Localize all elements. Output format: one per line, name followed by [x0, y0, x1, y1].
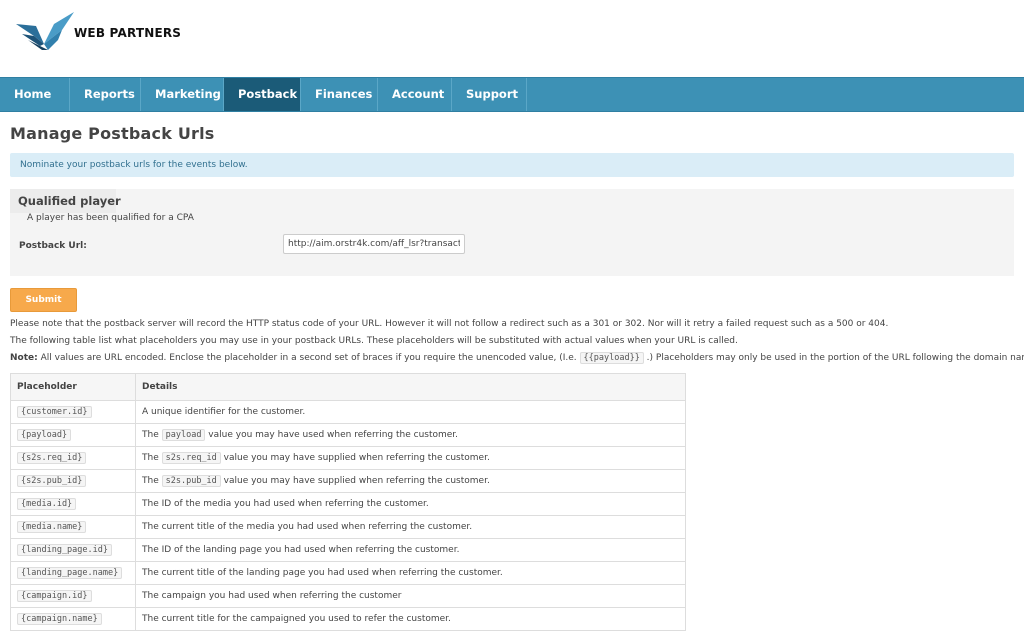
- postback-url-label: Postback Url:: [19, 241, 87, 251]
- details-cell: The ID of the landing page you had used …: [135, 538, 686, 562]
- details-text: The: [142, 476, 162, 486]
- details-code: payload: [161, 429, 206, 441]
- details-text: A unique identifier for the customer.: [142, 407, 306, 417]
- nav-finances[interactable]: Finances: [301, 78, 378, 111]
- event-title: Qualified player: [18, 194, 121, 208]
- details-text-post: value you may have supplied when referri…: [220, 453, 490, 463]
- nav-account[interactable]: Account: [378, 78, 452, 111]
- details-text: The: [142, 453, 162, 463]
- placeholder-cell: {landing_page.name}: [10, 561, 136, 585]
- table-row: {payload} The payload value you may have …: [10, 423, 686, 447]
- main-nav: Home Reports Marketing Postback Finances…: [0, 77, 1024, 112]
- placeholder-cell: {customer.id}: [10, 400, 136, 424]
- details-text: The current title of the landing page yo…: [142, 568, 503, 578]
- postback-url-input[interactable]: [283, 234, 465, 254]
- placeholder-code: {campaign.id}: [17, 590, 92, 602]
- note-encoding-text-a: All values are URL encoded. Enclose the …: [37, 353, 580, 363]
- event-description: A player has been qualified for a CPA: [27, 213, 194, 223]
- placeholder-code: {s2s.pub_id}: [17, 475, 87, 487]
- note-encoding: Note: All values are URL encoded. Enclos…: [10, 350, 1024, 367]
- submit-button[interactable]: Submit: [10, 288, 77, 312]
- details-code: s2s.pub_id: [161, 475, 221, 487]
- table-header-row: Placeholder Details: [10, 373, 686, 401]
- details-text: The ID of the media you had used when re…: [142, 499, 429, 509]
- details-text: The current title of the media you had u…: [142, 522, 473, 532]
- event-panel-qualified-player: Qualified player A player has been quali…: [10, 189, 1014, 276]
- placeholder-code: {s2s.req_id}: [17, 452, 87, 464]
- placeholder-cell: {landing_page.id}: [10, 538, 136, 562]
- placeholder-cell: {media.name}: [10, 515, 136, 539]
- placeholder-table: Placeholder Details {customer.id} A uniqu…: [10, 373, 686, 631]
- placeholder-cell: {payload}: [10, 423, 136, 447]
- nav-marketing[interactable]: Marketing: [141, 78, 224, 111]
- brand-name: WEB PARTNERS: [74, 26, 182, 40]
- details-code: s2s.req_id: [161, 452, 221, 464]
- details-cell: The payload value you may have used when…: [135, 423, 686, 447]
- table-row: {media.id} The ID of the media you had us…: [10, 492, 686, 516]
- table-row: {campaign.id} The campaign you had used w…: [10, 584, 686, 608]
- table-row: {campaign.name} The current title for the…: [10, 607, 686, 631]
- details-text: The: [142, 430, 162, 440]
- details-text-post: value you may have used when referring t…: [205, 430, 459, 440]
- note-encoding-text-b: .) Placeholders may only be used in the …: [643, 353, 1024, 363]
- details-text-post: value you may have supplied when referri…: [220, 476, 490, 486]
- table-row: {s2s.pub_id} The s2s.pub_id value you may…: [10, 469, 686, 493]
- placeholder-code: {media.id}: [17, 498, 77, 510]
- header: WEB PARTNERS: [0, 0, 1024, 77]
- notes: Please note that the postback server wil…: [10, 316, 1024, 367]
- placeholder-cell: {s2s.req_id}: [10, 446, 136, 470]
- placeholder-cell: {s2s.pub_id}: [10, 469, 136, 493]
- column-header-details: Details: [135, 373, 686, 401]
- note-status-code: Please note that the postback server wil…: [10, 319, 889, 329]
- nav-reports[interactable]: Reports: [70, 78, 141, 111]
- note-encoding-code: {{payload}}: [579, 352, 644, 364]
- details-cell: The current title of the media you had u…: [135, 515, 686, 539]
- placeholder-code: {landing_page.name}: [17, 567, 123, 579]
- details-cell: The current title for the campaigned you…: [135, 607, 686, 631]
- details-cell: The s2s.req_id value you may have suppli…: [135, 446, 686, 470]
- placeholder-code: {landing_page.id}: [17, 544, 112, 556]
- details-cell: The ID of the media you had used when re…: [135, 492, 686, 516]
- table-row: {s2s.req_id} The s2s.req_id value you may…: [10, 446, 686, 470]
- brand-logo-icon[interactable]: [14, 10, 76, 57]
- info-alert: Nominate your postback urls for the even…: [10, 153, 1014, 177]
- main-content: Manage Postback Urls Nominate your postb…: [0, 124, 1024, 631]
- note-label: Note:: [10, 353, 38, 363]
- details-cell: The campaign you had used when referring…: [135, 584, 686, 608]
- placeholder-code: {campaign.name}: [17, 613, 102, 625]
- nav-home[interactable]: Home: [0, 78, 70, 111]
- details-text: The campaign you had used when referring…: [142, 591, 402, 601]
- table-row: {landing_page.id} The ID of the landing p…: [10, 538, 686, 562]
- details-text: The current title for the campaigned you…: [142, 614, 451, 624]
- table-row: {media.name} The current title of the med…: [10, 515, 686, 539]
- nav-support[interactable]: Support: [452, 78, 527, 111]
- placeholder-cell: {campaign.name}: [10, 607, 136, 631]
- table-row: {landing_page.name} The current title of …: [10, 561, 686, 585]
- placeholder-cell: {campaign.id}: [10, 584, 136, 608]
- placeholder-code: {customer.id}: [17, 406, 92, 418]
- details-text: The ID of the landing page you had used …: [142, 545, 460, 555]
- details-cell: A unique identifier for the customer.: [135, 400, 686, 424]
- table-body: {customer.id} A unique identifier for the…: [10, 400, 686, 631]
- placeholder-code: {media.name}: [17, 521, 87, 533]
- placeholder-cell: {media.id}: [10, 492, 136, 516]
- column-header-placeholder: Placeholder: [10, 373, 136, 401]
- note-placeholders: The following table list what placeholde…: [10, 336, 738, 346]
- details-cell: The s2s.pub_id value you may have suppli…: [135, 469, 686, 493]
- details-cell: The current title of the landing page yo…: [135, 561, 686, 585]
- placeholder-code: {payload}: [17, 429, 72, 441]
- page-title: Manage Postback Urls: [10, 124, 215, 143]
- nav-postback[interactable]: Postback: [224, 78, 301, 111]
- table-row: {customer.id} A unique identifier for the…: [10, 400, 686, 424]
